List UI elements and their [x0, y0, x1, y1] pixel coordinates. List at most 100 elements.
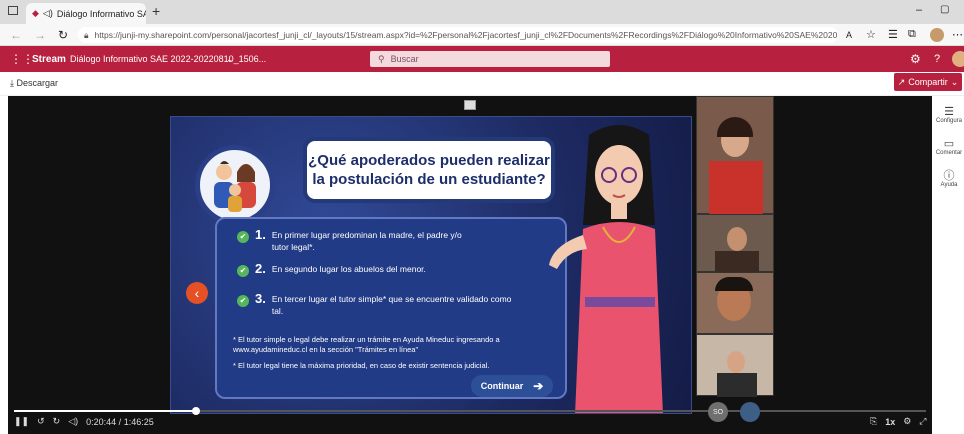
download-icon: ⤓ — [10, 78, 14, 88]
forward-icon[interactable]: → — [34, 28, 46, 42]
collections-icon[interactable]: ⧉ — [908, 28, 916, 41]
browser-tab[interactable]: ◆ ◁) Diálogo Informativo SAE 20 ✕ — [26, 3, 146, 24]
item-number: 3. — [255, 291, 266, 306]
user-avatar[interactable] — [952, 51, 964, 67]
sidebar-item-settings[interactable]: ☰ Configura — [934, 106, 964, 124]
search-icon: ⚲ — [378, 53, 385, 64]
player-settings-icon[interactable]: ⚙ — [903, 416, 911, 427]
avatar — [740, 402, 760, 422]
share-icon: ↗ — [897, 76, 906, 87]
lock-icon: 🔒︎ — [84, 29, 89, 40]
participant-shirt — [717, 373, 757, 397]
chevron-down-icon: ⌄ — [950, 76, 959, 87]
participant-shirt — [715, 251, 759, 273]
share-button[interactable]: ↗ Compartir ⌄ — [894, 73, 962, 91]
audio-icon[interactable]: ◁) — [43, 8, 53, 19]
sidebar-item-label: Configura — [935, 118, 962, 124]
command-bar: ⤓ Descargar ↗ Compartir ⌄ — [0, 72, 964, 96]
help-icon[interactable]: ? — [934, 53, 940, 65]
check-icon: ✔ — [237, 231, 249, 243]
volume-icon[interactable]: ◁) — [68, 416, 78, 427]
download-label: Descargar — [16, 78, 59, 88]
check-icon: ✔ — [237, 265, 249, 277]
participant-face — [727, 351, 745, 373]
search-placeholder: Buscar — [390, 54, 419, 64]
read-aloud-icon[interactable]: A — [846, 30, 852, 40]
back-icon[interactable]: ← — [10, 28, 22, 42]
captions-icon[interactable]: ⎘ — [870, 416, 877, 427]
participant-video[interactable] — [696, 214, 774, 273]
progress-bar[interactable] — [14, 407, 926, 415]
avatar: SO — [708, 402, 728, 422]
participant-face — [727, 227, 747, 251]
check-icon: ✔ — [237, 295, 249, 307]
url-text: https://junji-my.sharepoint.com/personal… — [94, 30, 838, 40]
rewind-icon[interactable]: ↺ — [37, 416, 45, 427]
list-item: ✔ 3. En tercer lugar el tutor simple* qu… — [237, 291, 517, 317]
speed-label[interactable]: 1x — [885, 417, 895, 427]
answer-list-box: ✔ 1. En primer lugar predominan la madre… — [215, 217, 567, 399]
participant-tiles — [696, 96, 774, 397]
note-legal-tutor: * El tutor simple o legal debe realizar … — [233, 335, 500, 354]
sidebar-item-label: Comentar — [935, 150, 963, 156]
presentation-slide: ¿Qué apoderados pueden realizar la postu… — [170, 116, 692, 414]
progress-fill — [14, 410, 197, 412]
progress-knob[interactable] — [192, 407, 201, 415]
download-button[interactable]: ⤓ Descargar — [10, 78, 58, 89]
question-line-1: ¿Qué apoderados pueden realizar — [308, 152, 550, 169]
list-item: ✔ 2. En segundo lugar los abuelos del me… — [237, 261, 497, 277]
item-text: En tercer lugar el tutor simple* que se … — [271, 294, 512, 316]
settings-panel-icon: ☰ — [944, 106, 954, 118]
window-menu-icon[interactable] — [8, 6, 18, 15]
right-controls: ⎘ 1x ⚙ ⤢ — [870, 416, 927, 427]
browser-tab-bar: ◆ ◁) Diálogo Informativo SAE 20 ✕ + – ▢ — [0, 0, 964, 24]
share-label: Compartir — [908, 77, 948, 87]
minimize-icon[interactable]: – — [916, 4, 922, 16]
screen-share-icon — [464, 100, 476, 110]
presenter-illustration — [549, 125, 663, 413]
participant-shirt — [709, 161, 763, 215]
item-text: En segundo lugar los abuelos del menor. — [271, 264, 426, 274]
note-priority: * El tutor legal tiene la máxima priorid… — [233, 361, 490, 370]
time-separator: / — [118, 416, 122, 427]
video-player[interactable]: ¿Qué apoderados pueden realizar la postu… — [8, 96, 932, 434]
app-launcher-icon[interactable]: ⋮⋮ — [10, 52, 34, 66]
participant-video[interactable] — [696, 272, 774, 334]
address-field[interactable]: 🔒︎ https://junji-my.sharepoint.com/perso… — [78, 27, 838, 43]
comment-icon: ▭ — [943, 138, 955, 150]
more-icon[interactable]: ⋯ — [952, 28, 963, 41]
new-tab-button[interactable]: + — [152, 3, 160, 19]
file-title-dropdown-icon[interactable]: ⌄ — [226, 54, 234, 65]
help-circle-icon: ⓘ — [943, 170, 955, 182]
settings-icon[interactable]: ⚙ — [910, 52, 921, 66]
time-display: 0:20:44 / 1:46:25 — [86, 417, 154, 427]
pause-icon[interactable]: ❚❚ — [14, 416, 29, 427]
item-number: 1. — [255, 227, 266, 242]
sharepoint-icon: ◆ — [32, 8, 39, 18]
list-item: ✔ 1. En primer lugar predominan la madre… — [237, 227, 477, 253]
app-name[interactable]: Stream — [32, 54, 66, 65]
arrow-right-icon: ➔ — [533, 379, 544, 393]
participant-hair — [717, 117, 753, 137]
favorite-icon[interactable]: ☆ — [866, 28, 876, 41]
item-number: 2. — [255, 261, 266, 276]
previous-slide-button[interactable]: ‹ — [186, 282, 208, 304]
favorites-bar-icon[interactable]: ☰ — [888, 28, 898, 41]
profile-avatar[interactable] — [930, 28, 944, 42]
family-icon — [214, 161, 256, 212]
stream-header: ⋮⋮ Stream Diálogo Informativo SAE 2022-2… — [0, 46, 964, 72]
participant-video[interactable] — [696, 334, 774, 397]
continue-button[interactable]: Continuar ➔ — [471, 375, 553, 397]
file-title[interactable]: Diálogo Informativo SAE 2022-20220810_15… — [70, 54, 266, 64]
participant-hair — [715, 277, 753, 291]
participant-video[interactable] — [696, 96, 774, 215]
refresh-icon[interactable]: ↻ — [58, 28, 68, 42]
forward-icon[interactable]: ↻ — [53, 416, 61, 427]
fullscreen-icon[interactable]: ⤢ — [919, 416, 926, 427]
sidebar-item-comments[interactable]: ▭ Comentar — [934, 138, 964, 156]
player-controls: ❚❚ ↺ ↻ ◁) 0:20:44 / 1:46:25 SO ⎘ 1x ⚙ ⤢ — [8, 402, 932, 434]
right-sidebar: ☰ Configura ▭ Comentar ⓘ Ayuda — [934, 96, 964, 434]
search-box[interactable]: ⚲ Buscar — [370, 51, 610, 67]
sidebar-item-help[interactable]: ⓘ Ayuda — [934, 170, 964, 188]
restore-icon[interactable]: ▢ — [940, 4, 949, 15]
